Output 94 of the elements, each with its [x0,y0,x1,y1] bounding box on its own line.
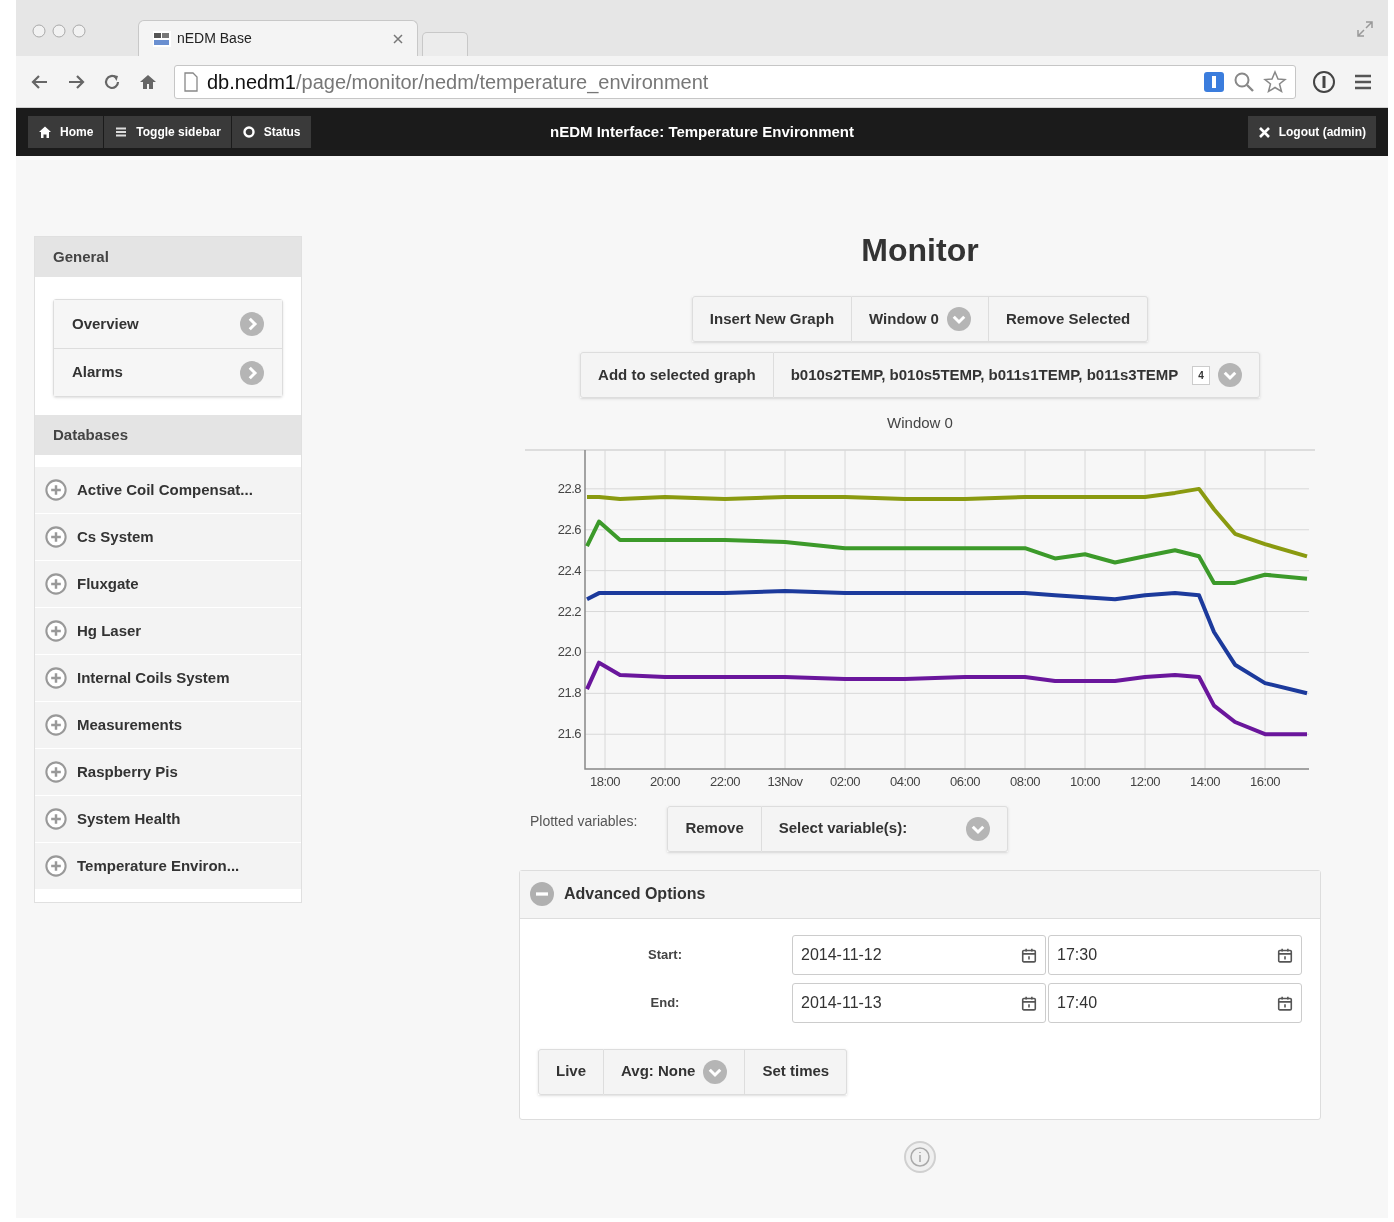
navbar-button[interactable]: Home [28,116,105,148]
arrow-right-icon [240,360,264,385]
y-tick-label: 21.8 [557,684,581,700]
database-item[interactable]: Active Coil Compensat... [35,467,301,514]
remove-button[interactable]: Remove [667,805,762,852]
password-manager-icon[interactable] [1312,69,1336,94]
chevron-down-icon [703,1059,728,1084]
plus-icon [45,667,67,689]
plus-icon [45,714,67,736]
chevron-down-icon [946,307,971,331]
variable-select[interactable]: Select variable(s): [761,805,1008,852]
field-label: Start: [647,945,683,964]
navbar-button[interactable]: Toggle sidebar [104,116,232,148]
arrow-right-icon [240,312,264,336]
x-tick-label: 10:00 [1070,773,1100,789]
database-item[interactable]: Hg Laser [35,608,301,655]
browser-tab[interactable]: nEDM Base [138,20,418,56]
x-tick-label: 12:00 [1130,773,1160,789]
fullscreen-icon[interactable] [1356,20,1374,38]
graph-title: Window 0 [887,413,953,433]
plus-icon [45,761,67,783]
x-tick-label: 02:00 [830,773,860,789]
x-tick-label: 13Nov [767,773,803,789]
field-label: End: [649,993,681,1012]
remove-selected-button[interactable]: Remove Selected [988,296,1149,342]
chevron-down-icon [1217,363,1242,387]
extension-icon[interactable] [1203,70,1225,93]
sidebar-link[interactable]: Overview [54,300,282,348]
chevron-down-icon [965,816,990,841]
section-header: Databases [35,415,301,455]
tab-title: nEDM Base [177,29,253,48]
plus-icon [45,855,67,877]
close-icon[interactable] [393,33,403,44]
date-field[interactable]: 2014-11-12 [792,934,1046,975]
zoom-icon[interactable] [1233,70,1255,93]
x-tick-label: 18:00 [590,773,620,789]
x-tick-label: 20:00 [650,773,680,789]
x-tick-label: 06:00 [950,773,980,789]
calendar-icon [1277,946,1293,963]
gear-icon [241,125,256,139]
favicon-icon [153,30,171,47]
insert-graph-button[interactable]: Insert New Graph [691,296,853,342]
heading: Monitor [861,231,979,270]
database-item[interactable]: Measurements [35,702,301,749]
x-tick-label: 22:00 [710,773,740,789]
average-select[interactable]: Avg: None [604,1048,746,1095]
database-item[interactable]: System Health [35,796,301,843]
plus-icon [45,479,67,501]
database-item[interactable]: Internal Coils System [35,655,301,702]
calendar-icon [1021,946,1037,963]
plus-icon [45,573,67,595]
star-icon[interactable] [1263,69,1287,94]
live-button[interactable]: Live [538,1048,604,1095]
page-title: nEDM Interface: Temperature Environment [550,121,854,142]
calendar-icon [1277,994,1293,1011]
y-tick-label: 22.2 [557,603,581,619]
plus-icon [45,526,67,548]
date-field[interactable]: 2014-11-13 [792,982,1046,1023]
panel-header[interactable]: Advanced Options [520,870,1320,919]
x-tick-label: 08:00 [1010,773,1040,789]
field-label: Plotted variables: [530,812,638,831]
add-to-graph-button[interactable]: Add to selected graph [580,352,774,398]
home-icon [38,125,52,139]
sidebar-link[interactable]: Alarms [54,348,282,396]
calendar-icon [1021,994,1037,1011]
y-tick-label: 21.6 [557,725,581,741]
bars-icon [114,125,129,139]
y-tick-label: 22.8 [557,480,581,496]
plus-icon [45,808,67,830]
variable-multiselect[interactable]: b010s2TEMP, b010s5TEMP, b011s1TEMP, b011s3TEMP 4 [773,352,1260,398]
address-bar[interactable]: db.nedm1/page/monitor/nedm/temperature_environment [174,64,1296,99]
set-times-button[interactable]: Set times [745,1048,848,1095]
time-field[interactable]: 17:40 [1048,982,1302,1023]
y-tick-label: 22.6 [557,521,581,537]
navbar-button[interactable]: Status [231,116,312,148]
count-badge: 4 [1192,365,1210,385]
database-item[interactable]: Temperature Environ... [35,843,301,890]
window-select[interactable]: Window 0 [852,296,989,342]
database-item[interactable]: Cs System [35,514,301,561]
y-tick-label: 22.4 [557,562,581,578]
database-item[interactable]: Fluxgate [35,561,301,608]
info-icon[interactable] [903,1139,937,1174]
x-tick-label: 14:00 [1190,773,1220,789]
logout-button[interactable]: Logout (admin) [1247,116,1376,148]
page-icon [183,71,199,92]
time-field[interactable]: 17:30 [1048,934,1302,975]
x-tick-label: 04:00 [890,773,920,789]
x-tick-label: 16:00 [1250,773,1280,789]
section-header: General [35,237,301,277]
url-text: db.nedm1/page/monitor/nedm/temperature_environment [207,69,710,96]
plus-icon [45,620,67,642]
close-icon [1257,125,1271,139]
database-item[interactable]: Raspberry Pis [35,749,301,796]
y-tick-label: 22.0 [557,643,581,659]
